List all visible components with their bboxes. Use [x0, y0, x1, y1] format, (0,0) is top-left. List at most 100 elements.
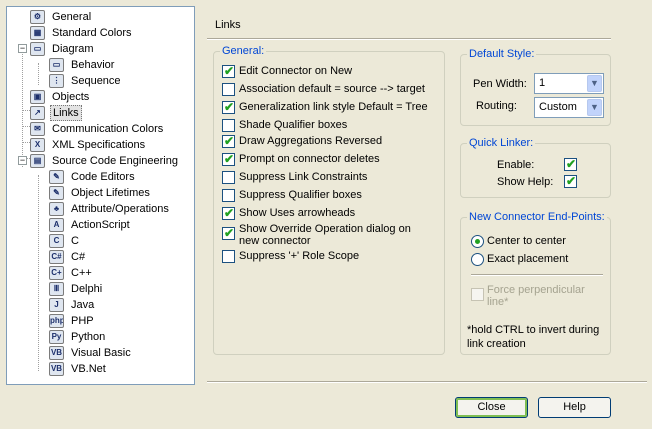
settings-icon: ⚙: [30, 10, 45, 24]
quick-linker-group: Quick Linker: Enable: ✔ Show Help: ✔: [460, 137, 611, 198]
help-button[interactable]: Help: [538, 397, 611, 418]
object-lifetimes-icon: ✎: [49, 186, 64, 200]
tree-item-label: PHP: [71, 315, 94, 327]
checkbox-label: Shade Qualifier boxes: [239, 119, 348, 131]
tree-item-label: General: [52, 11, 92, 23]
diagram-icon: ▭: [30, 42, 45, 56]
routing-label: Routing:: [476, 100, 517, 112]
enable-label: Enable:: [497, 159, 535, 171]
tree-item-label: XML Specifications: [52, 139, 146, 151]
options-tree[interactable]: − − ⚙ General ▦ Standard Colors ▭ Diagra…: [6, 6, 195, 385]
center-to-center-radio[interactable]: Center to center: [471, 234, 601, 250]
source-code-collapse-toggle[interactable]: −: [18, 156, 27, 165]
xml-icon: X: [30, 138, 45, 152]
check-icon: ✔: [224, 100, 235, 114]
tree-item-label: Visual Basic: [71, 347, 131, 359]
checkbox-label: Suppress Qualifier boxes: [239, 189, 362, 201]
tree-item-label: C: [71, 235, 79, 247]
close-button[interactable]: Close: [455, 397, 528, 418]
tree-item-label: Standard Colors: [52, 27, 132, 39]
tree-item-label: VB.Net: [71, 363, 106, 375]
checkbox-box: [222, 189, 235, 202]
checkbox-label: Generalization link style Default = Tree: [239, 101, 428, 113]
checkbox-box: ✔: [222, 206, 235, 220]
tree-item-label: Attribute/Operations: [71, 203, 169, 215]
checkbox-label: Suppress Link Constraints: [239, 171, 368, 183]
code-editor-icon: ✎: [49, 170, 64, 184]
general-group: General: ✔ Edit Connector on New Associa…: [213, 45, 445, 355]
checkbox-label: Suppress '+' Role Scope: [239, 250, 360, 262]
center-to-center-label: Center to center: [487, 235, 566, 247]
checkbox-label: Edit Connector on New: [239, 65, 353, 77]
connector-endpoints-group-legend: New Connector End-Points:: [467, 211, 607, 223]
c-language-icon: C: [49, 234, 64, 248]
tree-item-label: Source Code Engineering: [52, 155, 178, 167]
source-code-icon: ▤: [30, 154, 45, 168]
checkbox-box: ✔: [222, 100, 235, 114]
tree-item-label: Code Editors: [71, 171, 135, 183]
endpoints-divider: [471, 274, 603, 276]
show-help-label: Show Help:: [497, 176, 554, 188]
exact-placement-label: Exact placement: [487, 253, 569, 265]
radio-dot: [475, 239, 480, 244]
tree-item-label: Diagram: [52, 43, 94, 55]
general-group-legend: General:: [220, 45, 267, 57]
cpp-icon: C+: [49, 266, 64, 280]
checkbox-label: Association default = source --> target: [239, 83, 425, 95]
bottom-divider: [207, 381, 647, 383]
csharp-icon: C#: [49, 250, 64, 264]
tree-item-label: Delphi: [71, 283, 103, 295]
connector-endpoints-group: New Connector End-Points: Center to cent…: [460, 211, 611, 355]
tree-item-label: ActionScript: [71, 219, 130, 231]
communication-icon: ✉: [30, 122, 45, 136]
checkbox-label-line-2: new connector: [239, 235, 311, 247]
pen-width-select[interactable]: 1 ▼: [534, 73, 604, 94]
checkbox-box: [222, 171, 235, 184]
check-icon: ✔: [224, 64, 235, 78]
show-help-checkbox[interactable]: ✔: [564, 174, 577, 188]
checkbox-label: Draw Aggregations Reversed: [239, 135, 383, 147]
tree-item-label: C++: [71, 267, 92, 279]
links-icon: ↗: [30, 106, 45, 120]
checkbox-label: Show Uses arrowheads: [239, 207, 356, 219]
check-icon: ✔: [566, 157, 577, 171]
radio-circle: [471, 235, 484, 248]
radio-circle: [471, 253, 484, 266]
check-icon: ✔: [224, 152, 235, 166]
tree-item-label: Object Lifetimes: [71, 187, 150, 199]
checkbox-box: [222, 83, 235, 96]
chevron-down-icon[interactable]: ▼: [587, 75, 602, 92]
tree-item-label: Behavior: [71, 59, 115, 71]
routing-value: Custom: [539, 101, 577, 113]
pen-width-label: Pen Width:: [473, 78, 527, 90]
check-icon: ✔: [224, 226, 235, 240]
tree-item-label: Communication Colors: [52, 123, 164, 135]
python-icon: Py: [49, 330, 64, 344]
chevron-down-icon[interactable]: ▼: [587, 99, 602, 116]
exact-placement-radio[interactable]: Exact placement: [471, 252, 601, 268]
visual-basic-icon: VB: [49, 346, 64, 360]
vbnet-icon: VB: [49, 362, 64, 376]
default-style-group: Default Style: Pen Width: 1 ▼ Routing: C…: [460, 48, 611, 126]
delphi-icon: Ⅲ: [49, 282, 64, 296]
tree-item-label: Sequence: [71, 75, 121, 87]
ctrl-hint-line-1: *hold CTRL to invert during: [467, 324, 600, 336]
tree-item-label: Java: [71, 299, 95, 311]
routing-select[interactable]: Custom ▼: [534, 97, 604, 118]
diagram-collapse-toggle[interactable]: −: [18, 44, 27, 53]
checkbox-box: [471, 288, 484, 301]
checkbox-label: Prompt on connector deletes: [239, 153, 380, 165]
actionscript-icon: A: [49, 218, 64, 232]
page-title: Links: [215, 19, 241, 31]
checkbox-box: ✔: [222, 226, 235, 240]
java-icon: J: [49, 298, 64, 312]
tree-item-label: Links: [50, 105, 82, 121]
checkbox-box: ✔: [222, 64, 235, 78]
diagram-behavior-icon: ▭: [49, 58, 64, 72]
check-icon: ✔: [224, 206, 235, 220]
palette-icon: ▦: [30, 26, 45, 40]
tree-item-label: C#: [71, 251, 86, 263]
enable-quick-linker-checkbox[interactable]: ✔: [564, 157, 577, 171]
pen-width-value: 1: [539, 77, 546, 89]
checkbox-box: ✔: [222, 152, 235, 166]
